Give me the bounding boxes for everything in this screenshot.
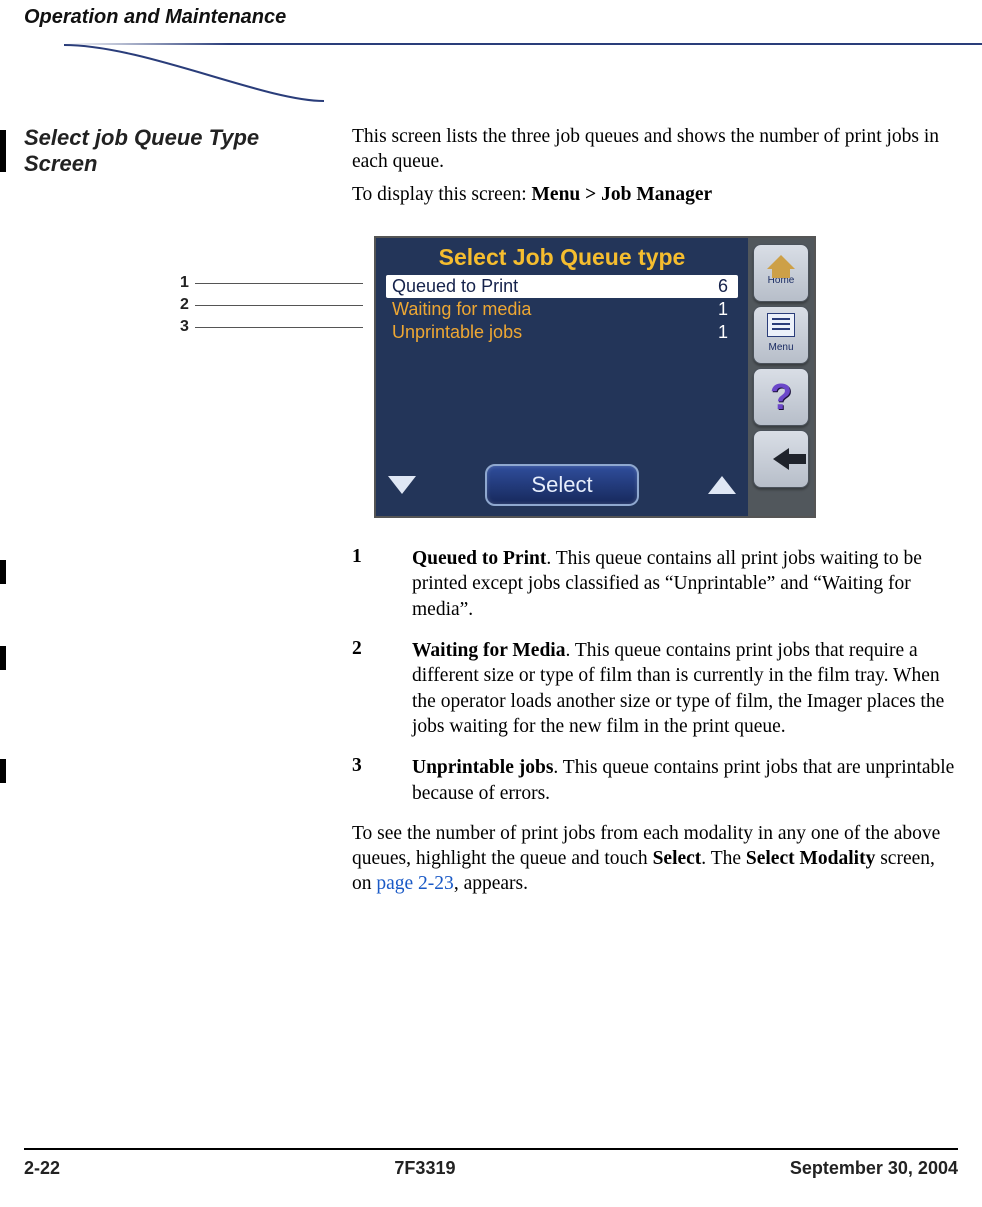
legend-item-3: 3 Unprintable jobs. This queue contains … [352,755,958,806]
change-bar [0,130,6,172]
page-footer: 2-22 7F3319 September 30, 2004 [24,1148,958,1179]
running-header: Operation and Maintenance [24,0,958,35]
footer-date: September 30, 2004 [790,1158,958,1179]
queue-row-label: Waiting for media [392,299,531,320]
legend-term: Waiting for Media [412,640,565,661]
queue-row-unprintable-jobs[interactable]: Unprintable jobs 1 [386,321,738,344]
change-bar [0,646,6,670]
menu-icon [767,313,795,337]
intro-line2-path: Menu > Job Manager [532,184,713,205]
callout-3: 3 [180,318,189,336]
footer-doc-id: 7F3319 [394,1158,455,1179]
change-bar [0,560,6,584]
intro-line2: To display this screen: Menu > Job Manag… [352,183,958,208]
closing-b2: Select Modality [746,848,875,869]
queue-row-waiting-for-media[interactable]: Waiting for media 1 [386,298,738,321]
queue-row-label: Unprintable jobs [392,322,522,343]
queue-row-count: 6 [718,276,732,297]
menu-button[interactable]: Menu [753,306,809,364]
back-button[interactable] [753,430,809,488]
legend-term: Queued to Print [412,548,546,569]
menu-label: Menu [768,342,793,353]
legend-list: 1 Queued to Print. This queue contains a… [352,546,958,806]
callout-1: 1 [180,274,189,292]
queue-row-queued-to-print[interactable]: Queued to Print 6 [386,275,738,298]
queue-row-label: Queued to Print [392,276,518,297]
closing-b1: Select [653,848,702,869]
device-screen: Select Job Queue type Queued to Print 6 … [374,236,816,518]
footer-page-number: 2-22 [24,1158,60,1179]
closing-mid: . The [701,848,746,869]
device-figure: 1 2 3 Select Job Queue type Queued to Pr… [374,236,958,518]
queue-row-count: 1 [718,299,732,320]
select-button[interactable]: Select [485,464,638,506]
queue-row-count: 1 [718,322,732,343]
legend-item-1: 1 Queued to Print. This queue contains a… [352,546,958,622]
device-title: Select Job Queue type [376,238,748,275]
home-icon [767,255,795,269]
help-icon: ? [770,379,792,415]
callout-2: 2 [180,296,189,314]
nav-down-icon[interactable] [388,476,416,494]
change-bar [0,759,6,783]
closing-post2: , appears. [454,873,528,894]
legend-number: 2 [352,638,412,739]
figure-callouts: 1 2 3 [180,272,363,338]
back-arrow-icon [773,448,789,470]
swoosh-arc-icon [64,43,324,103]
help-button[interactable]: ? [753,368,809,426]
closing-paragraph: To see the number of print jobs from eac… [352,822,958,897]
page-link[interactable]: page 2-23 [376,873,453,894]
legend-term: Unprintable jobs [412,757,553,778]
legend-number: 3 [352,755,412,806]
side-heading: Select job Queue Type Screen [24,125,334,178]
intro-line1: This screen lists the three job queues a… [352,125,958,175]
nav-up-icon[interactable] [708,476,736,494]
legend-number: 1 [352,546,412,622]
intro-line2-prefix: To display this screen: [352,184,532,205]
header-swoosh [24,35,958,75]
home-button[interactable]: Home [753,244,809,302]
legend-item-2: 2 Waiting for Media. This queue contains… [352,638,958,739]
